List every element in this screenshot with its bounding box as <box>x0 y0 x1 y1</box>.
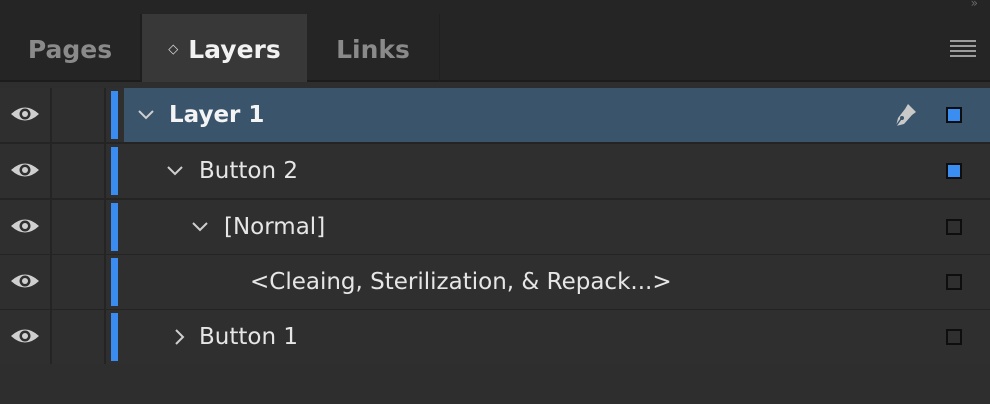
lock-cell[interactable] <box>52 144 106 198</box>
lock-cell[interactable] <box>52 255 106 309</box>
layer-name: Button 2 <box>199 158 298 184</box>
layer-row-button-1[interactable]: Button 1 <box>0 310 990 366</box>
layer-color-swatch <box>111 258 118 306</box>
selection-square-icon[interactable] <box>946 107 962 123</box>
visibility-cell[interactable] <box>0 88 52 142</box>
chevron-right-icon[interactable] <box>169 326 189 348</box>
eye-icon[interactable] <box>10 326 40 346</box>
layer-row-content[interactable]: Layer 1 <box>124 88 990 142</box>
layer-row-content[interactable]: <Cleaing, Sterilization, & Repack...> <box>124 255 990 309</box>
selection-square-icon[interactable] <box>946 274 962 290</box>
eye-icon[interactable] <box>10 104 40 124</box>
layer-name: Button 1 <box>199 324 298 350</box>
collapse-panel-icon[interactable]: » <box>971 0 978 10</box>
layer-color-swatch <box>111 313 118 361</box>
visibility-cell[interactable] <box>0 144 52 198</box>
layer-row-layer-1[interactable]: Layer 1 <box>0 88 990 144</box>
lock-cell[interactable] <box>52 310 106 364</box>
selection-square-icon[interactable] <box>946 163 962 179</box>
visibility-cell[interactable] <box>0 255 52 309</box>
chevron-down-icon[interactable] <box>136 104 156 126</box>
layer-name: [Normal] <box>224 214 326 240</box>
lock-cell[interactable] <box>52 88 106 142</box>
panel-menu-icon[interactable] <box>950 40 976 58</box>
visibility-cell[interactable] <box>0 310 52 364</box>
panel-tab-bar: Pages ◇ Layers Links <box>0 14 990 82</box>
pen-icon <box>895 104 916 127</box>
eye-icon[interactable] <box>10 271 40 291</box>
tab-layers[interactable]: ◇ Layers <box>142 14 307 82</box>
selection-square-icon[interactable] <box>946 219 962 235</box>
lock-cell[interactable] <box>52 200 106 254</box>
layer-row-text-frame[interactable]: <Cleaing, Sterilization, & Repack...> <box>0 255 990 311</box>
tab-updown-icon: ◇ <box>168 42 179 57</box>
chevron-down-icon[interactable] <box>190 216 210 238</box>
eye-icon[interactable] <box>10 216 40 236</box>
visibility-cell[interactable] <box>0 200 52 254</box>
tab-links[interactable]: Links <box>307 14 440 82</box>
layer-color-swatch <box>111 203 118 251</box>
panel-empty-area <box>0 364 990 404</box>
layer-row-content[interactable]: Button 2 <box>124 144 990 198</box>
panel-top-strip: » <box>0 0 990 14</box>
layer-color-swatch <box>111 91 118 139</box>
selection-square-icon[interactable] <box>946 329 962 345</box>
eye-icon[interactable] <box>10 160 40 180</box>
chevron-down-icon[interactable] <box>165 160 185 182</box>
layer-row-content[interactable]: Button 1 <box>124 310 990 364</box>
layers-panel: » Pages ◇ Layers Links Layer 1 Button 2 … <box>0 0 990 404</box>
layer-row-normal-state[interactable]: [Normal] <box>0 200 990 256</box>
layer-color-swatch <box>111 147 118 195</box>
tab-layers-label: Layers <box>188 35 281 64</box>
layer-row-content[interactable]: [Normal] <box>124 200 990 254</box>
layer-name: <Cleaing, Sterilization, & Repack...> <box>250 269 672 295</box>
tab-pages[interactable]: Pages <box>0 14 140 82</box>
layer-name: Layer 1 <box>169 102 265 128</box>
layer-row-button-2[interactable]: Button 2 <box>0 144 990 200</box>
